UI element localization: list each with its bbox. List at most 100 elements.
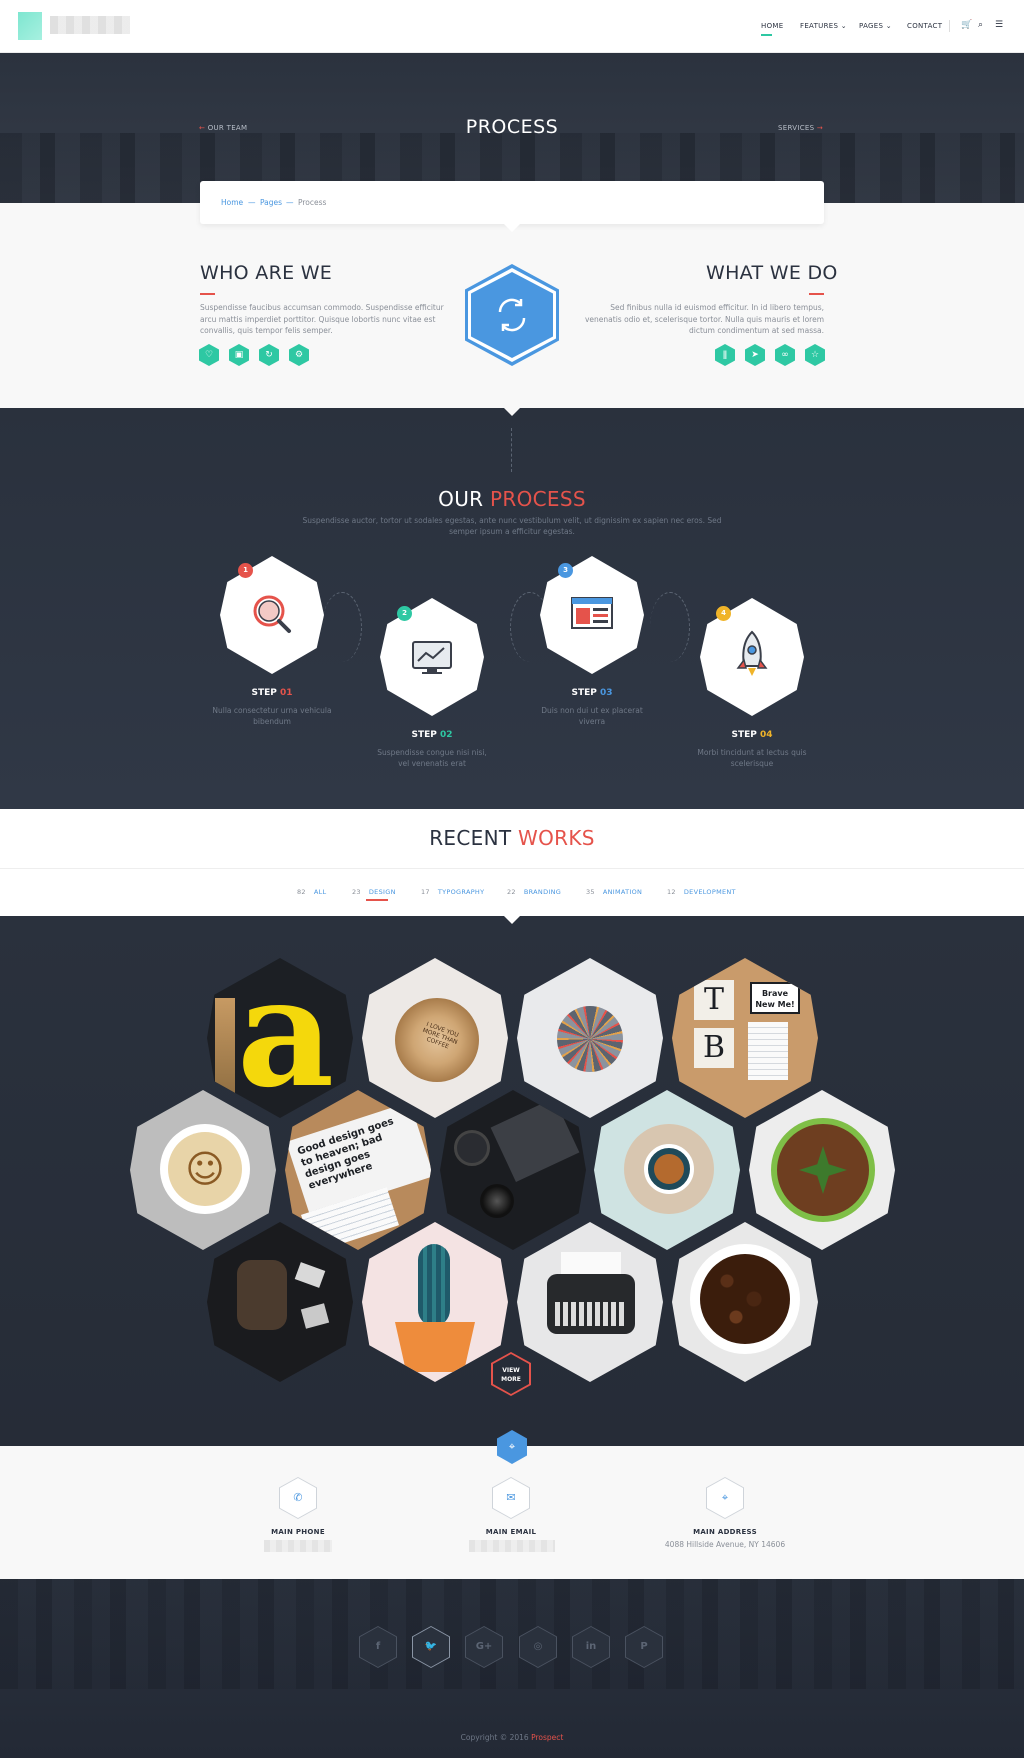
logo-wordmark[interactable] <box>50 16 130 34</box>
nav-divider <box>949 20 950 32</box>
who-are-we-title: WHO ARE WE <box>200 262 333 284</box>
nav-active-indicator <box>761 34 772 36</box>
notebook <box>748 1022 788 1080</box>
step-3-text: Duis non dui ut ex placerat viverra <box>541 706 643 726</box>
phone-value-redacted <box>264 1540 332 1552</box>
who-are-we-text: Suspendisse faucibus accumsan commodo. S… <box>200 303 444 335</box>
breadcrumb: Home — Pages — Process <box>200 181 824 224</box>
step-2-label: STEP 02 <box>372 730 492 740</box>
process-subtitle: Suspendisse auctor, tortor ut sodales eg… <box>302 516 722 536</box>
step-badge: 1 <box>238 563 253 578</box>
breadcrumb-sep: — <box>248 198 256 207</box>
filter-label: BRANDING <box>523 888 562 896</box>
copyright: Copyright © 2016 Prospect <box>0 1733 1024 1742</box>
logo-icon[interactable] <box>18 12 42 40</box>
filter-branding[interactable]: 22 BRANDING <box>507 888 561 896</box>
nav-features[interactable]: FEATURES ⌄ <box>800 22 847 30</box>
step-1-label: STEP 01 <box>212 688 332 698</box>
page-title: PROCESS <box>465 116 559 138</box>
camera-lens <box>480 1184 514 1218</box>
dashed-connector <box>322 592 362 662</box>
card <box>294 1262 326 1288</box>
cart-icon[interactable]: 🛒 <box>961 20 972 30</box>
step-3-label: STEP 03 <box>532 688 652 698</box>
step-2-text: Suspendisse congue nisi nisi, vel venena… <box>377 748 487 768</box>
step-number: 04 <box>759 730 773 740</box>
wood-slice-text: I LOVE YOU MORE THAN COFFEE <box>421 1020 460 1051</box>
smiley-latte-icon: ☺ <box>168 1132 242 1206</box>
step-badge: 2 <box>397 606 412 621</box>
breadcrumb-pointer <box>504 224 520 232</box>
next-page-link[interactable]: SERVICES → <box>778 124 823 132</box>
step-label-text: STEP <box>251 688 277 698</box>
step-number: 01 <box>279 688 293 698</box>
filter-typography[interactable]: 17 TYPOGRAPHY <box>421 888 484 896</box>
prev-page-link[interactable]: ← OUR TEAM <box>199 124 247 132</box>
menu-icon[interactable]: ☰ <box>995 20 1003 30</box>
filter-animation[interactable]: 35 ANIMATION <box>586 888 642 896</box>
filter-development[interactable]: 12 DEVELOPMENT <box>667 888 736 896</box>
cactus <box>418 1244 450 1326</box>
orange-pot <box>395 1322 475 1372</box>
main-email-label: MAIN EMAIL <box>485 1528 537 1536</box>
speech-bubble-text: Brave New Me! <box>750 982 800 1014</box>
search-icon[interactable]: ⌕ <box>978 20 983 30</box>
breadcrumb-home[interactable]: Home <box>221 198 243 207</box>
typewriter-body <box>547 1274 635 1334</box>
leaves <box>799 1146 847 1194</box>
nav-contact[interactable]: CONTACT <box>907 22 942 30</box>
pot <box>771 1118 875 1222</box>
step-label-text: STEP <box>731 730 757 740</box>
active-filter-indicator <box>366 899 388 901</box>
works-title: RECENT WORKS <box>0 826 1024 850</box>
works-title-b: WORKS <box>518 826 595 850</box>
pencil-circle <box>557 1006 623 1072</box>
step-label-text: STEP <box>571 688 597 698</box>
site-header: HOME FEATURES ⌄ PAGES ⌄ CONTACT 🛒 ⌕ ☰ <box>0 0 1024 53</box>
prev-page-label: OUR TEAM <box>207 124 248 132</box>
breadcrumb-pages[interactable]: Pages <box>260 198 282 207</box>
title-underline <box>200 293 215 295</box>
keys <box>555 1302 627 1326</box>
process-title-a: OUR <box>438 487 484 511</box>
paper <box>561 1252 621 1276</box>
camera-dial <box>454 1130 490 1166</box>
filter-count: 82 <box>297 888 306 896</box>
letter-block-t: T <box>694 980 734 1020</box>
main-phone-label: MAIN PHONE <box>271 1528 325 1536</box>
bowl <box>690 1244 800 1354</box>
filter-count: 12 <box>667 888 676 896</box>
coffee <box>654 1154 684 1184</box>
filter-design[interactable]: 23 DESIGN <box>352 888 396 896</box>
main-address-value: 4088 Hillside Avenue, NY 14606 <box>664 1540 786 1549</box>
step-number: 02 <box>439 730 453 740</box>
cup: ☺ <box>160 1124 250 1214</box>
cup <box>644 1144 694 1194</box>
backpack <box>237 1260 287 1330</box>
dashed-connector <box>650 592 690 662</box>
filter-count: 17 <box>421 888 430 896</box>
breadcrumb-sep: — <box>286 198 294 207</box>
filter-label: DEVELOPMENT <box>683 888 736 896</box>
arrow-right-icon: → <box>814 124 824 132</box>
step-4-label: STEP 04 <box>692 730 812 740</box>
nav-home[interactable]: HOME <box>761 22 783 30</box>
step-1-text: Nulla consectetur urna vehicula bibendum <box>212 706 332 726</box>
filter-count: 35 <box>586 888 595 896</box>
card <box>300 1303 330 1329</box>
breadcrumb-current: Process <box>298 198 327 207</box>
brand-link[interactable]: Prospect <box>531 1733 563 1742</box>
filter-count: 23 <box>352 888 361 896</box>
dashed-connector <box>511 428 512 472</box>
next-page-label: SERVICES <box>778 124 815 132</box>
filter-label: DESIGN <box>368 888 396 896</box>
filter-all[interactable]: 82 ALL <box>297 888 326 896</box>
title-underline <box>809 293 824 295</box>
step-badge: 4 <box>716 606 731 621</box>
nav-pages[interactable]: PAGES ⌄ <box>859 22 892 30</box>
process-title: OUR PROCESS <box>0 487 1024 511</box>
copyright-text: Copyright © 2016 <box>460 1733 529 1742</box>
step-4-text: Morbi tincidunt at lectus quis scelerisq… <box>697 748 807 768</box>
step-label-text: STEP <box>411 730 437 740</box>
arrow-left-icon: ← <box>199 124 208 132</box>
